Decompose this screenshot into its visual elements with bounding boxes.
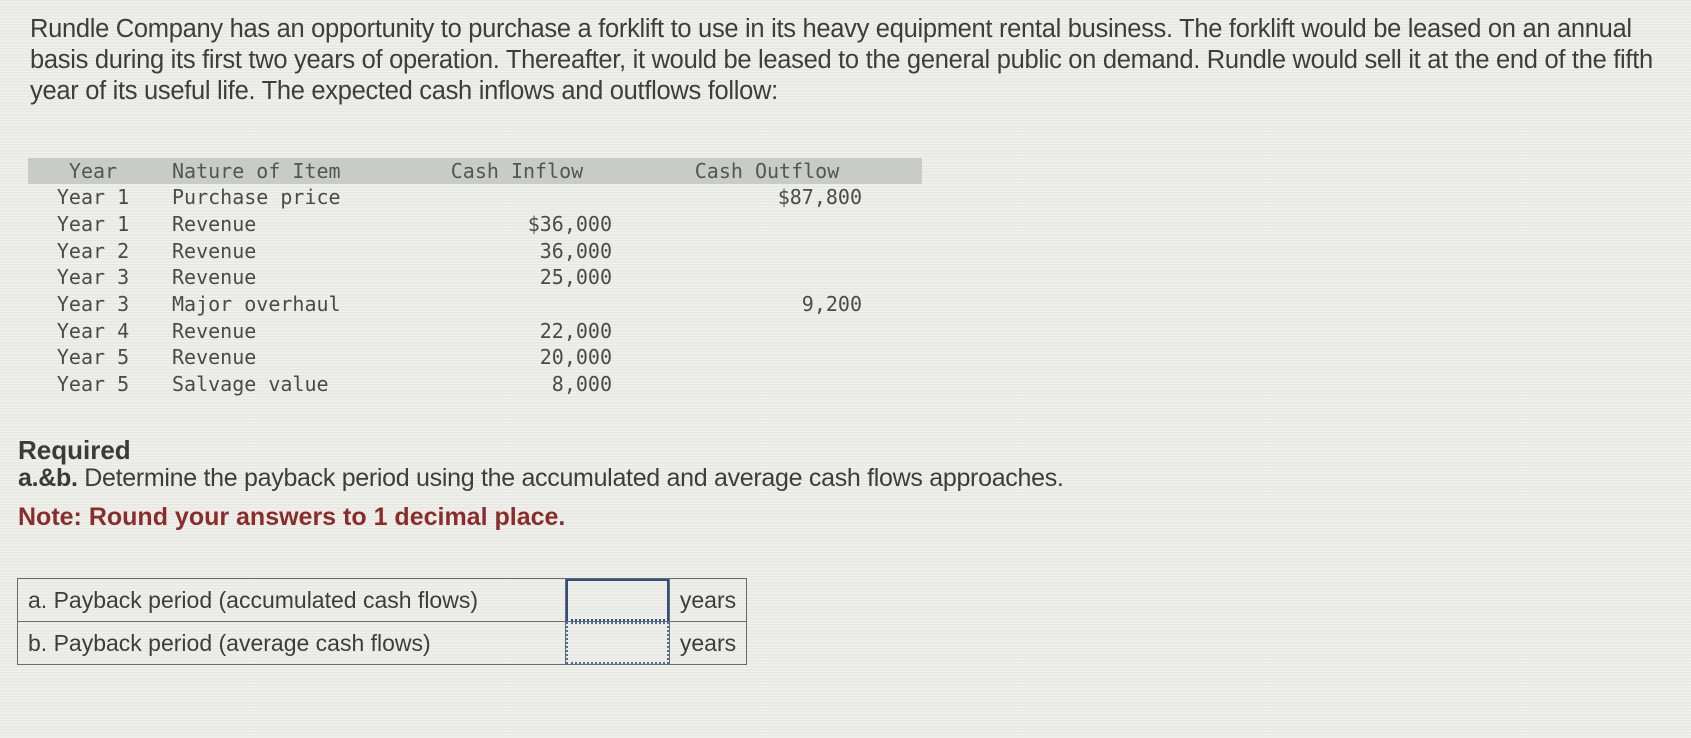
rounding-note: Note: Round your answers to 1 decimal pl… <box>18 503 566 531</box>
table-row: Year 3 Major overhaul 9,200 <box>28 291 922 318</box>
cell-outflow <box>612 237 922 264</box>
task-prefix: a.&b. <box>18 464 78 492</box>
table-row: Year 3 Revenue 25,000 <box>28 264 922 291</box>
cell-item: Purchase price <box>172 185 341 210</box>
cell-inflow: 20,000 <box>539 345 612 370</box>
unit-label: years <box>669 578 747 622</box>
header-cash-outflow: Cash Outflow <box>612 158 922 184</box>
cell-outflow <box>612 344 922 371</box>
cell-outflow <box>612 264 922 291</box>
required-heading: Required <box>18 435 131 465</box>
cell-inflow: 8,000 <box>551 372 612 397</box>
cell-inflow: 36,000 <box>539 238 612 263</box>
answer-row-average: b. Payback period (average cash flows) y… <box>17 621 747 665</box>
unit-label: years <box>669 621 747 665</box>
task-instruction: a.&b. Determine the payback period using… <box>18 464 1064 493</box>
table-row: Year 4 Revenue 22,000 <box>28 317 922 344</box>
cell-item: Revenue <box>172 318 257 343</box>
cell-year: Year 3 <box>56 292 130 317</box>
cell-year: Year 1 <box>56 185 130 210</box>
header-cash-inflow: Cash Inflow <box>422 158 612 184</box>
cash-flow-table: Year Nature of Item Cash Inflow Cash Out… <box>28 158 922 398</box>
table-header-row: Year Nature of Item Cash Inflow Cash Out… <box>28 158 922 184</box>
cell-inflow: 25,000 <box>539 265 612 290</box>
cell-item: Revenue <box>172 265 257 290</box>
cell-item: Revenue <box>172 212 257 237</box>
answer-row-accumulated: a. Payback period (accumulated cash flow… <box>17 578 747 622</box>
cell-outflow: $87,800 <box>777 185 862 210</box>
table-row: Year 5 Revenue 20,000 <box>28 344 922 371</box>
answer-label: b. Payback period (average cash flows) <box>17 621 566 665</box>
cell-year: Year 5 <box>56 372 130 397</box>
cell-item: Salvage value <box>172 372 329 397</box>
cell-inflow <box>422 184 612 211</box>
cell-item: Revenue <box>172 238 257 263</box>
answer-label: a. Payback period (accumulated cash flow… <box>17 578 566 622</box>
cell-outflow <box>612 371 922 398</box>
cell-item: Revenue <box>172 345 257 370</box>
header-year: Year <box>28 158 158 184</box>
cell-year: Year 1 <box>56 212 130 237</box>
cell-year: Year 5 <box>56 345 130 370</box>
header-nature-of-item: Nature of Item <box>158 158 422 184</box>
payback-average-input[interactable] <box>566 622 669 664</box>
cell-year: Year 3 <box>56 265 130 290</box>
cell-year: Year 4 <box>56 318 130 343</box>
payback-accumulated-input[interactable] <box>566 579 669 621</box>
cell-year: Year 2 <box>56 238 130 263</box>
cell-inflow: $36,000 <box>527 212 612 237</box>
cell-outflow <box>612 211 922 238</box>
cell-inflow: 22,000 <box>539 318 612 343</box>
cell-outflow: 9,200 <box>801 292 862 317</box>
cell-outflow <box>612 317 922 344</box>
cell-inflow <box>422 291 612 318</box>
answer-table: a. Payback period (accumulated cash flow… <box>17 578 747 665</box>
task-text: Determine the payback period using the a… <box>77 464 1064 492</box>
table-row: Year 1 Revenue $36,000 <box>28 211 922 238</box>
table-row: Year 1 Purchase price $87,800 <box>28 184 922 211</box>
table-row: Year 5 Salvage value 8,000 <box>28 371 922 398</box>
problem-intro: Rundle Company has an opportunity to pur… <box>30 15 1653 105</box>
cell-item: Major overhaul <box>172 292 341 317</box>
table-row: Year 2 Revenue 36,000 <box>28 237 922 264</box>
